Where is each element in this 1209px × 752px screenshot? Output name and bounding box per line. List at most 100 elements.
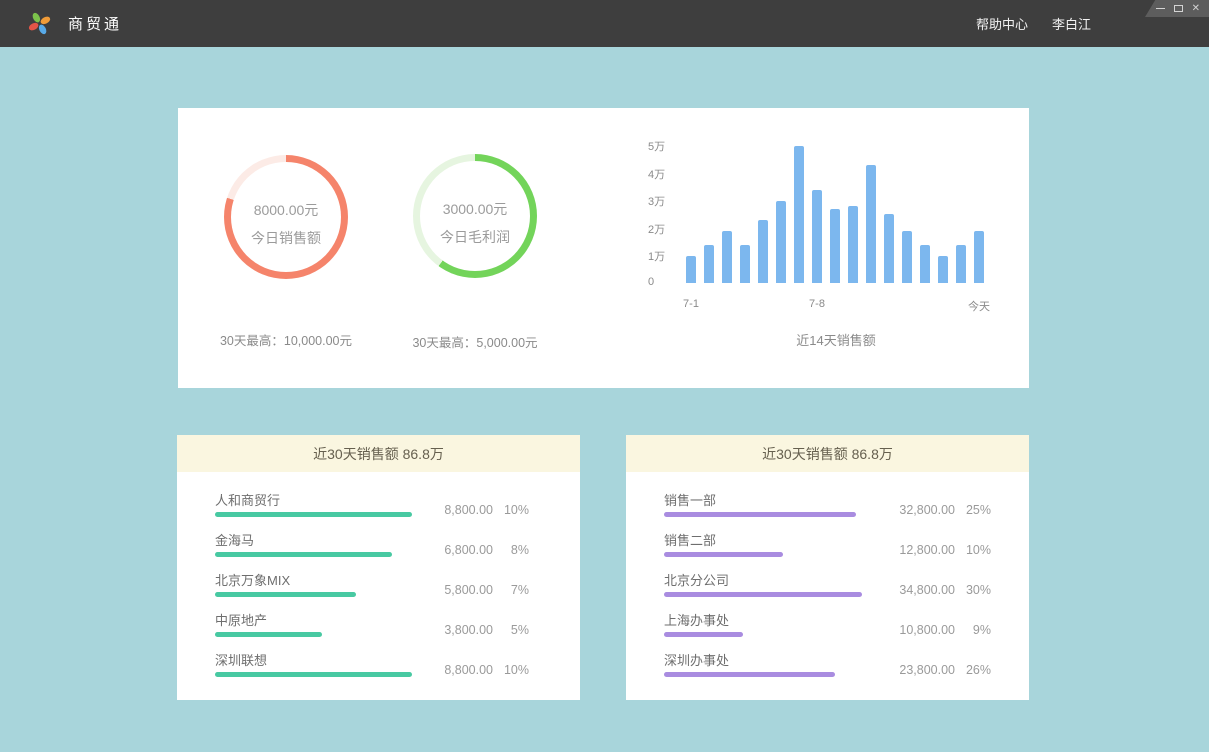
rank-row-values: 10,800.009% <box>873 623 991 637</box>
rank-row-percent: 8% <box>493 543 529 557</box>
rank-row: 中原地产3,800.005% <box>215 610 529 650</box>
sales-bar-day-16 <box>956 245 966 284</box>
rank-row-bar <box>664 512 856 517</box>
overview-panel: 8000.00元 今日销售额 30天最高：10,000.00元 3000.00元… <box>178 108 1029 388</box>
department-rank-list: 销售一部 32,800.0025% 销售二部 12,800.0010% 北京分公司 34,… <box>626 472 1029 690</box>
rank-row-amount: 3,800.00 <box>411 623 493 637</box>
user-menu[interactable]: 李白江 <box>1052 14 1091 33</box>
rank-row: 销售二部 12,800.0010% <box>664 530 991 570</box>
maximize-icon[interactable] <box>1174 5 1183 12</box>
rank-row-values: 8,800.0010% <box>411 503 529 517</box>
rank-row-values: 8,800.0010% <box>411 663 529 677</box>
app-title: 商贸通 <box>68 0 122 47</box>
sales-bar-day-4 <box>740 245 750 284</box>
rank-row-percent: 7% <box>493 583 529 597</box>
rank-row-bar <box>215 592 356 597</box>
x-axis-label: 7-8 <box>809 298 825 310</box>
sales-bar-day-11 <box>866 165 876 283</box>
rank-row-amount: 10,800.00 <box>873 623 955 637</box>
help-center-link[interactable]: 帮助中心 <box>976 14 1028 33</box>
rank-row-percent: 25% <box>955 503 991 517</box>
rank-row-amount: 8,800.00 <box>411 663 493 677</box>
sales-bar-day-5 <box>758 220 768 283</box>
sales-bar-day-17 <box>974 231 984 283</box>
minimize-icon[interactable] <box>1156 8 1165 9</box>
rank-row-bar <box>664 592 862 597</box>
app-logo-pinwheel-icon <box>27 11 52 36</box>
sales-bar-day-14 <box>920 245 930 284</box>
rank-row-percent: 5% <box>493 623 529 637</box>
sales-bar-day-15 <box>938 256 948 284</box>
rank-row-name: 北京万象MIX <box>215 570 290 589</box>
sales-chart-caption: 近14天销售额 <box>686 330 986 349</box>
rank-row-amount: 34,800.00 <box>873 583 955 597</box>
today-profit-donut: 3000.00元 今日毛利润 <box>413 154 537 278</box>
titlebar: 商贸通 帮助中心 李白江 ✕ <box>0 0 1209 47</box>
rank-row-name: 销售二部 <box>664 530 716 549</box>
rank-row-amount: 6,800.00 <box>411 543 493 557</box>
sales-bar-day-3 <box>722 231 732 283</box>
sales-bar-day-1 <box>686 256 696 284</box>
today-sales-value: 8000.00元 <box>251 200 321 220</box>
rank-row-values: 5,800.007% <box>411 583 529 597</box>
x-axis-label: 今天 <box>968 298 990 314</box>
rank-row: 深圳联想 8,800.0010% <box>215 650 529 690</box>
rank-row: 北京万象MIX 5,800.007% <box>215 570 529 610</box>
rank-row-percent: 9% <box>955 623 991 637</box>
rank-row-name: 销售一部 <box>664 490 716 509</box>
y-axis-label: 1万 <box>648 248 665 264</box>
rank-row-name: 深圳办事处 <box>664 650 729 669</box>
window-controls: ✕ <box>1145 0 1209 17</box>
rank-row: 上海办事处10,800.009% <box>664 610 991 650</box>
sales-bar-plot <box>686 145 986 283</box>
department-rank-title: 近30天销售额 86.8万 <box>626 435 1029 472</box>
titlebar-menu: 帮助中心 李白江 <box>976 0 1091 47</box>
department-rank-panel: 近30天销售额 86.8万 销售一部 32,800.0025% 销售二部 12,800… <box>626 435 1029 700</box>
sales-bar-day-9 <box>830 209 840 283</box>
rank-row-bar <box>664 672 835 677</box>
rank-row-values: 12,800.0010% <box>873 543 991 557</box>
today-profit-value: 3000.00元 <box>440 199 510 219</box>
rank-row-bar <box>215 512 412 517</box>
rank-row-bar <box>664 552 783 557</box>
sales-bar-day-6 <box>776 201 786 284</box>
rank-row: 销售一部 32,800.0025% <box>664 490 991 530</box>
rank-row-values: 34,800.0030% <box>873 583 991 597</box>
rank-row-amount: 12,800.00 <box>873 543 955 557</box>
rank-row-percent: 30% <box>955 583 991 597</box>
rank-row-name: 人和商贸行 <box>215 490 280 509</box>
rank-row-amount: 23,800.00 <box>873 663 955 677</box>
rank-row-amount: 5,800.00 <box>411 583 493 597</box>
customer-rank-title: 近30天销售额 86.8万 <box>177 435 580 472</box>
y-axis-label: 4万 <box>648 166 665 182</box>
y-axis-label: 5万 <box>648 138 665 154</box>
rank-row-amount: 8,800.00 <box>411 503 493 517</box>
rank-row-values: 3,800.005% <box>411 623 529 637</box>
rank-row-name: 金海马 <box>215 530 254 549</box>
sales-bar-day-7 <box>794 146 804 284</box>
rank-row-bar <box>215 672 412 677</box>
rank-row-percent: 10% <box>493 663 529 677</box>
rank-row-name: 深圳联想 <box>215 650 267 669</box>
today-profit-label: 今日毛利润 <box>440 227 510 247</box>
customer-rank-panel: 近30天销售额 86.8万 人和商贸行8,800.0010%金海马6,800.0… <box>177 435 580 700</box>
sales-chart-x-axis: 7-17-8今天 <box>686 298 986 312</box>
sales-bar-day-10 <box>848 206 858 283</box>
sales-bar-day-13 <box>902 231 912 283</box>
rank-row-percent: 10% <box>955 543 991 557</box>
today-sales-donut: 8000.00元 今日销售额 <box>224 155 348 279</box>
rank-row-values: 32,800.0025% <box>873 503 991 517</box>
today-sales-donut-center: 8000.00元 今日销售额 <box>231 162 341 272</box>
rank-row: 深圳办事处 23,800.0026% <box>664 650 991 690</box>
rank-row-bar <box>215 552 392 557</box>
rank-row-percent: 10% <box>493 503 529 517</box>
rank-row-name: 北京分公司 <box>664 570 729 589</box>
sales-bar-day-8 <box>812 190 822 284</box>
rank-row-bar <box>664 632 743 637</box>
today-profit-30day-max: 30天最高：5,000.00元 <box>353 332 597 351</box>
rank-row-percent: 26% <box>955 663 991 677</box>
sales-bar-day-12 <box>884 214 894 283</box>
close-icon[interactable]: ✕ <box>1192 4 1200 14</box>
today-profit-donut-center: 3000.00元 今日毛利润 <box>420 161 530 271</box>
today-sales-label: 今日销售额 <box>251 228 321 248</box>
